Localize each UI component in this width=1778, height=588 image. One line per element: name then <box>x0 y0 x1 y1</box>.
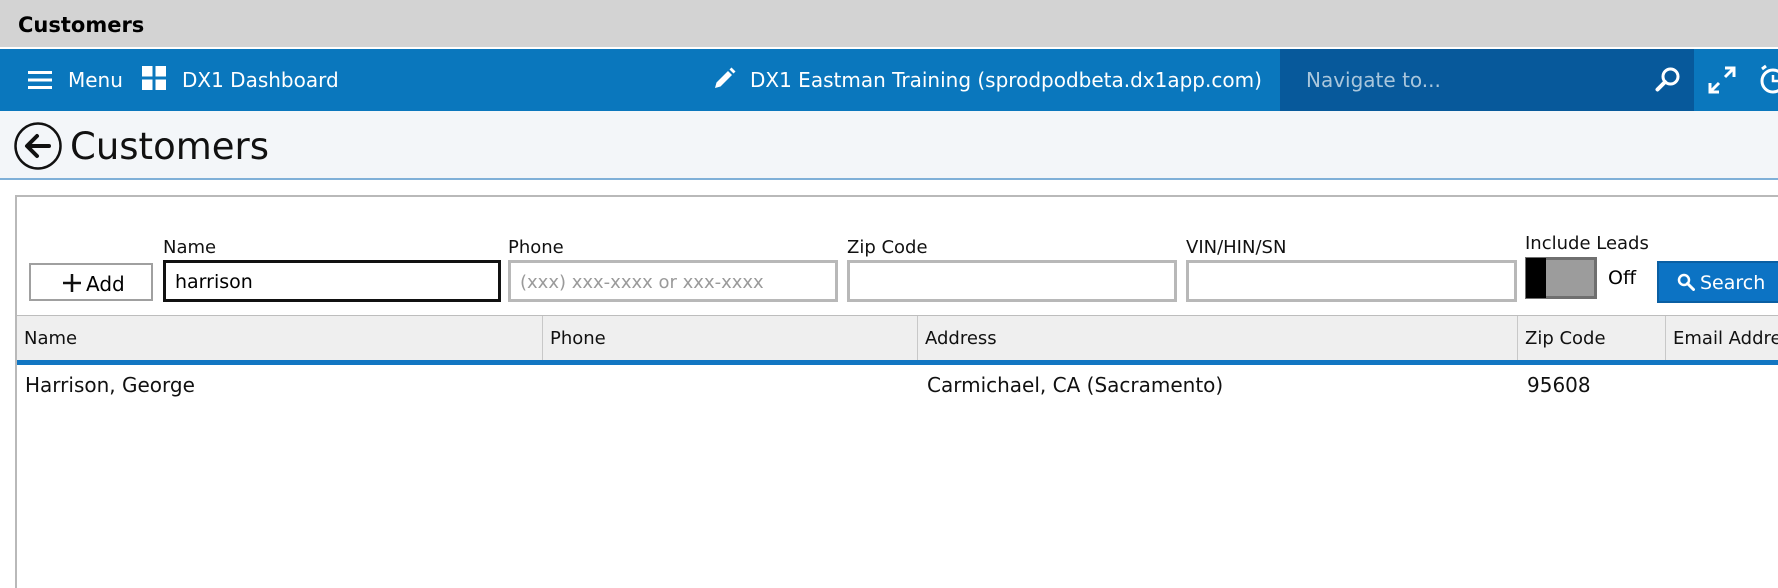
search-button-label: Search <box>1700 272 1766 294</box>
phone-input[interactable]: (xxx) xxx-xxxx or xxx-xxxx <box>508 260 838 302</box>
dashboard-link[interactable]: DX1 Dashboard <box>142 49 339 111</box>
column-header-address[interactable]: Address <box>925 328 997 349</box>
name-input-value: harrison <box>175 271 253 293</box>
window-title: Customers <box>18 13 145 37</box>
menu-button[interactable]: Menu <box>28 49 128 111</box>
vin-input[interactable] <box>1186 260 1517 302</box>
page-header: Customers <box>0 111 1778 180</box>
name-input[interactable]: harrison <box>163 260 501 302</box>
include-leads-toggle[interactable] <box>1525 257 1597 299</box>
plus-icon <box>63 274 81 292</box>
column-divider <box>542 316 543 360</box>
search-icon[interactable] <box>1655 66 1681 92</box>
toggle-knob <box>1526 258 1546 298</box>
results-grid-header: Name Phone Address Zip Code Email Addre <box>17 315 1778 365</box>
phone-field-label: Phone <box>508 237 564 258</box>
page-title: Customers <box>70 125 270 168</box>
column-header-name[interactable]: Name <box>24 328 77 349</box>
fullscreen-icon[interactable] <box>1707 65 1737 95</box>
window-title-bar: Customers <box>0 0 1778 47</box>
hamburger-icon <box>28 71 52 89</box>
add-button-label: Add <box>86 272 125 296</box>
navigate-placeholder: Navigate to... <box>1306 68 1441 92</box>
include-leads-label: Include Leads <box>1525 233 1649 254</box>
column-header-zip-code[interactable]: Zip Code <box>1525 328 1606 349</box>
column-header-phone[interactable]: Phone <box>550 328 606 349</box>
table-row[interactable]: Harrison, George Carmichael, CA (Sacrame… <box>17 365 1778 407</box>
search-icon <box>1677 273 1695 291</box>
column-divider <box>1517 316 1518 360</box>
site-selector[interactable]: DX1 Eastman Training (sprodpodbeta.dx1ap… <box>712 49 1262 111</box>
zip-code-input[interactable] <box>847 260 1177 302</box>
add-customer-button[interactable]: Add <box>29 263 153 301</box>
column-divider <box>1665 316 1666 360</box>
site-label: DX1 Eastman Training (sprodpodbeta.dx1ap… <box>750 68 1262 92</box>
zip-code-field-label: Zip Code <box>847 237 928 258</box>
customer-search-panel: Add Name harrison Phone (xxx) xxx-xxxx o… <box>15 195 1778 588</box>
navigate-search-box[interactable]: Navigate to... <box>1280 49 1694 111</box>
menu-label: Menu <box>68 68 123 92</box>
column-header-email-address[interactable]: Email Addre <box>1673 328 1778 349</box>
name-field-label: Name <box>163 237 217 258</box>
alarm-clock-icon[interactable] <box>1757 64 1778 96</box>
vin-field-label: VIN/HIN/SN <box>1186 237 1287 258</box>
dashboard-tiles-icon <box>142 66 166 90</box>
row-cell-zip-code: 95608 <box>1527 373 1591 397</box>
top-nav-bar: Menu DX1 Dashboard DX1 Eastman Training … <box>0 49 1778 111</box>
row-cell-name: Harrison, George <box>25 373 195 397</box>
pencil-icon <box>715 67 736 88</box>
phone-input-placeholder: (xxx) xxx-xxxx or xxx-xxxx <box>520 272 764 293</box>
include-leads-state: Off <box>1608 267 1637 289</box>
row-cell-address: Carmichael, CA (Sacramento) <box>927 373 1224 397</box>
back-arrow-icon[interactable] <box>13 121 63 171</box>
dashboard-label: DX1 Dashboard <box>182 68 339 92</box>
column-divider <box>917 316 918 360</box>
search-button[interactable]: Search <box>1657 261 1778 303</box>
